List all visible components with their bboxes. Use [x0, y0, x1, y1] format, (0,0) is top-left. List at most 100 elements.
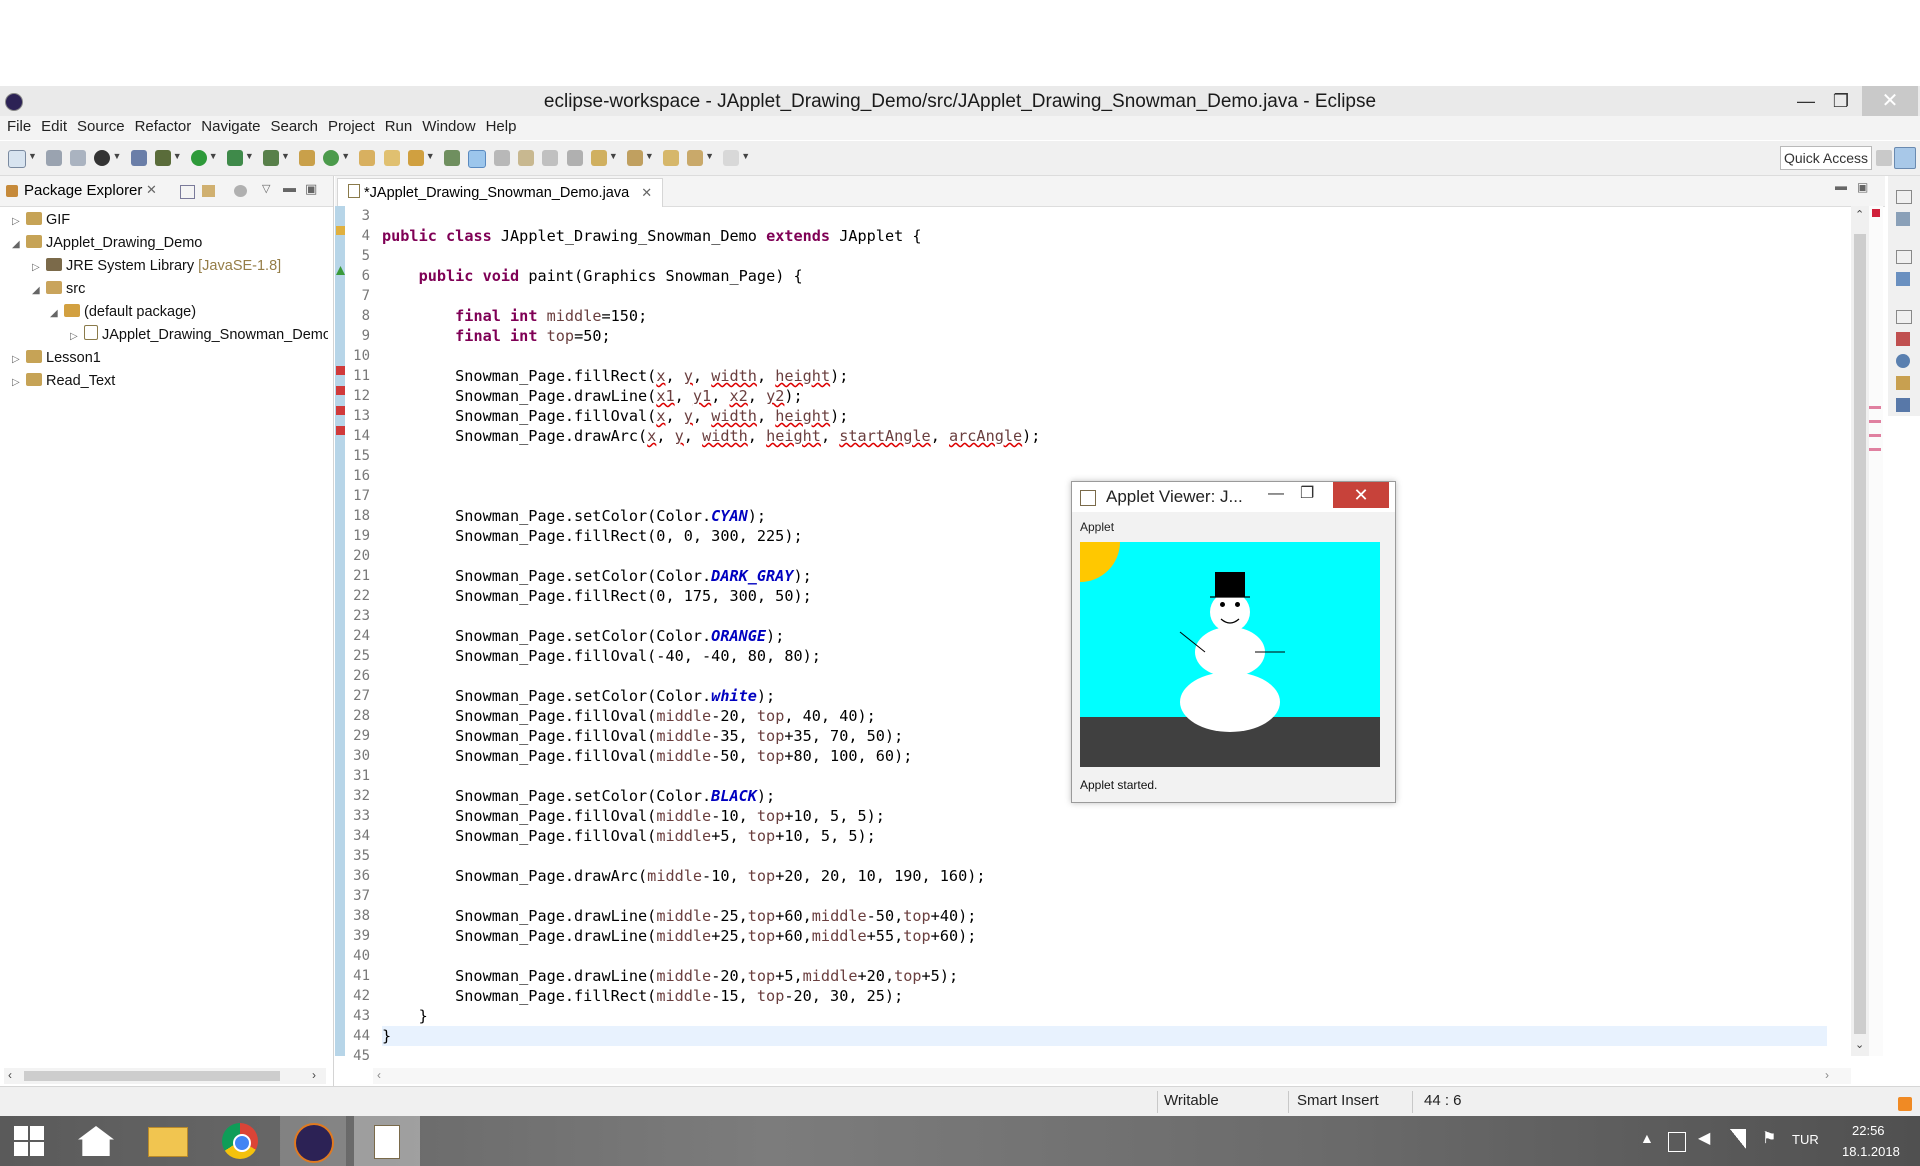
maximize-button[interactable]: ❐: [1818, 86, 1864, 116]
chevron-down-icon[interactable]: ▼: [645, 151, 654, 161]
maximize-view-icon[interactable]: ▣: [1857, 180, 1868, 194]
flag-icon[interactable]: ⚑: [1762, 1128, 1776, 1148]
code-line[interactable]: }: [382, 1026, 391, 1046]
close-button[interactable]: ✕: [1862, 86, 1918, 116]
code-line[interactable]: Snowman_Page.drawLine(middle+25,top+60,m…: [382, 926, 976, 946]
tree-item-lesson1[interactable]: ▷ Lesson1: [12, 347, 101, 369]
prev-annotation-icon[interactable]: [626, 150, 643, 166]
paragraph-icon[interactable]: [566, 150, 583, 166]
chevron-right-icon[interactable]: ▷: [12, 372, 24, 394]
maximize-view-icon[interactable]: ▣: [305, 181, 317, 197]
run-icon[interactable]: [190, 150, 207, 166]
tree-item-snowman-file[interactable]: ▷ JApplet_Drawing_Snowman_Demo: [70, 324, 328, 346]
view-menu-icon[interactable]: ▽: [262, 182, 270, 195]
menu-source[interactable]: Source: [72, 116, 130, 138]
user-icon[interactable]: [94, 150, 111, 166]
horizontal-scrollbar[interactable]: ‹ ›: [4, 1068, 326, 1084]
chevron-down-icon[interactable]: ▼: [28, 151, 37, 161]
back-icon[interactable]: [663, 150, 679, 166]
applet-menu[interactable]: Applet: [1080, 520, 1114, 534]
chevron-right-icon[interactable]: ▷: [12, 349, 24, 371]
close-icon[interactable]: ✕: [641, 185, 652, 200]
chevron-down-icon[interactable]: ▼: [209, 151, 218, 161]
code-line[interactable]: public void paint(Graphics Snowman_Page)…: [382, 266, 803, 286]
quick-access-input[interactable]: Quick Access: [1780, 146, 1872, 170]
tree-item-src[interactable]: ◢ src: [32, 278, 85, 300]
menu-refactor[interactable]: Refactor: [130, 116, 197, 138]
code-line[interactable]: final int middle=150;: [382, 306, 647, 326]
applet-canvas[interactable]: [1080, 542, 1380, 767]
menu-edit[interactable]: Edit: [36, 116, 72, 138]
start-button[interactable]: [0, 1116, 66, 1166]
horizontal-scrollbar[interactable]: ‹ ›: [373, 1068, 1851, 1084]
chevron-up-icon[interactable]: ⌃: [1855, 208, 1864, 221]
scroll-left-icon[interactable]: ‹: [8, 1068, 12, 1082]
chevron-right-icon[interactable]: ▷: [70, 326, 82, 346]
javadoc-icon[interactable]: [1896, 354, 1910, 368]
scrollbar-thumb[interactable]: [1854, 234, 1866, 1034]
console-icon[interactable]: [1896, 398, 1910, 412]
home-button[interactable]: [66, 1116, 132, 1166]
chevron-down-icon[interactable]: ▼: [245, 151, 254, 161]
editor-tab[interactable]: *JApplet_Drawing_Snowman_Demo.java ✕: [337, 178, 664, 207]
new-icon[interactable]: [8, 150, 26, 168]
minimize-button[interactable]: —: [1268, 485, 1284, 503]
vertical-scrollbar[interactable]: ⌃ ⌄: [1851, 206, 1869, 1056]
chevron-right-icon[interactable]: ▷: [12, 211, 24, 233]
minimize-view-icon[interactable]: ▬: [1835, 179, 1847, 193]
code-line[interactable]: Snowman_Page.setColor(Color.ORANGE);: [382, 626, 784, 646]
skip-breakpoints-icon[interactable]: [130, 150, 147, 166]
java-button[interactable]: [354, 1116, 420, 1166]
chevron-down-icon[interactable]: ▼: [609, 151, 618, 161]
close-button[interactable]: ✕: [1333, 482, 1389, 508]
maximize-button[interactable]: ❐: [1300, 483, 1314, 503]
chevron-right-icon[interactable]: ▷: [32, 257, 44, 279]
new-package-icon[interactable]: [299, 150, 316, 166]
chevron-down-icon[interactable]: ▼: [741, 151, 750, 161]
tree-item-read-text[interactable]: ▷ Read_Text: [12, 370, 115, 392]
code-line[interactable]: Snowman_Page.fillOval(middle-50, top+80,…: [382, 746, 912, 766]
code-line[interactable]: Snowman_Page.fillOval(middle-20, top, 40…: [382, 706, 876, 726]
open-folder-icon[interactable]: [383, 150, 400, 166]
code-line[interactable]: Snowman_Page.drawLine(x1, y1, x2, y2);: [382, 386, 803, 406]
next-annotation-icon[interactable]: [590, 150, 607, 166]
network-icon[interactable]: [1730, 1129, 1746, 1149]
focus-icon[interactable]: [234, 185, 247, 197]
volume-icon[interactable]: ◀: [1698, 1128, 1710, 1148]
close-icon[interactable]: ✕: [146, 182, 157, 198]
tree-item-japplet-drawing-demo[interactable]: ◢ JApplet_Drawing_Demo: [12, 232, 202, 254]
menu-search[interactable]: Search: [265, 116, 323, 138]
new-class-icon[interactable]: [323, 150, 340, 166]
menu-window[interactable]: Window: [417, 116, 480, 138]
open-perspective-icon[interactable]: [1876, 150, 1892, 166]
code-line[interactable]: Snowman_Page.drawArc(x, y, width, height…: [382, 426, 1040, 446]
tree-item-gif[interactable]: ▷ GIF: [12, 209, 70, 231]
restore-icon[interactable]: [1896, 250, 1912, 264]
debug-icon[interactable]: [154, 150, 171, 166]
code-line[interactable]: Snowman_Page.setColor(Color.CYAN);: [382, 506, 766, 526]
toggle-mark-icon[interactable]: [443, 150, 460, 166]
open-type-icon[interactable]: [359, 150, 376, 166]
code-line[interactable]: final int top=50;: [382, 326, 610, 346]
menu-help[interactable]: Help: [481, 116, 522, 138]
chevron-down-icon[interactable]: ◢: [12, 234, 24, 256]
external-tools-icon[interactable]: [262, 150, 279, 166]
chevron-down-icon[interactable]: ▼: [112, 151, 121, 161]
chrome-button[interactable]: [206, 1116, 272, 1166]
java-perspective-icon[interactable]: [1894, 147, 1916, 169]
code-line[interactable]: Snowman_Page.fillRect(middle-15, top-20,…: [382, 986, 903, 1006]
restore-icon[interactable]: [1896, 310, 1912, 324]
link-editor-icon[interactable]: [202, 185, 215, 197]
code-line[interactable]: Snowman_Page.fillOval(middle-35, top+35,…: [382, 726, 903, 746]
menu-project[interactable]: Project: [323, 116, 380, 138]
code-line[interactable]: Snowman_Page.fillRect(x, y, width, heigh…: [382, 366, 848, 386]
code-line[interactable]: Snowman_Page.fillOval(x, y, width, heigh…: [382, 406, 848, 426]
chevron-down-icon[interactable]: ⌄: [1855, 1038, 1864, 1051]
code-line[interactable]: Snowman_Page.setColor(Color.DARK_GRAY);: [382, 566, 812, 586]
code-line[interactable]: Snowman_Page.fillRect(0, 175, 300, 50);: [382, 586, 812, 606]
outline-icon[interactable]: [1896, 272, 1910, 286]
chevron-down-icon[interactable]: ▼: [281, 151, 290, 161]
tree-item-default-package[interactable]: ◢ (default package): [50, 301, 196, 323]
chevron-down-icon[interactable]: ▼: [705, 151, 714, 161]
rss-icon[interactable]: [1898, 1097, 1912, 1111]
